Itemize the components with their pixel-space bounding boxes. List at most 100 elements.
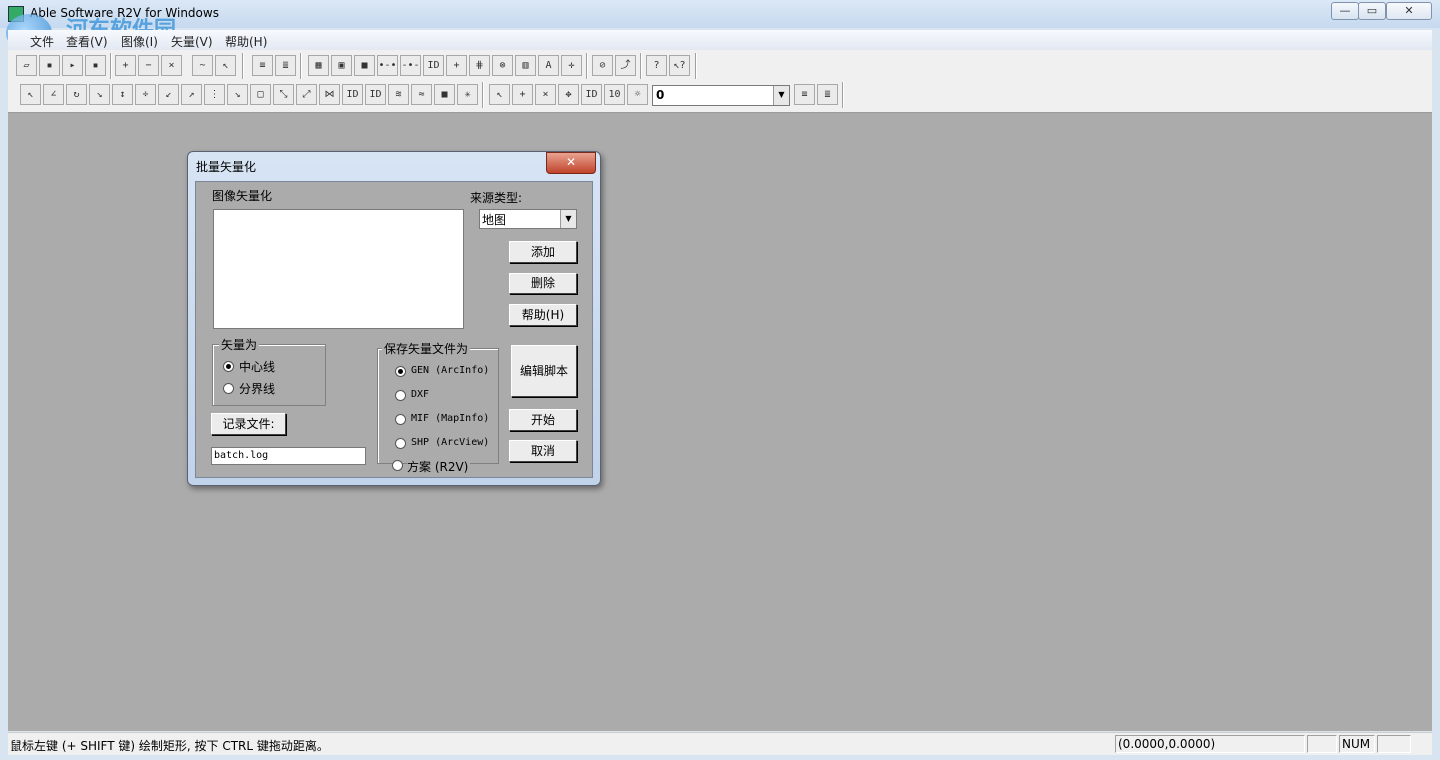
- trim-icon[interactable]: ↗: [181, 84, 202, 105]
- diagonal-icon[interactable]: ⤡: [273, 84, 294, 105]
- centerline-radio[interactable]: [223, 361, 234, 372]
- delete-point-icon[interactable]: ⊗: [492, 55, 513, 76]
- minimize-button[interactable]: —: [1331, 2, 1359, 20]
- help-icon[interactable]: ?: [646, 55, 667, 76]
- trace-icon[interactable]: ⊘: [592, 55, 613, 76]
- assign-id-icon[interactable]: ID: [365, 84, 386, 105]
- save-vector-icon[interactable]: ▸: [62, 55, 83, 76]
- layer-select-value: 0: [656, 88, 665, 102]
- line-icon[interactable]: -•-: [400, 55, 421, 76]
- maximize-button[interactable]: ▭: [1358, 2, 1386, 20]
- open-icon[interactable]: ▱: [16, 55, 37, 76]
- point-value-icon[interactable]: 10: [604, 84, 625, 105]
- window-title: Able Software R2V for Windows: [30, 6, 219, 20]
- frame-icon[interactable]: ▣: [331, 55, 352, 76]
- crosshair-icon[interactable]: ✛: [561, 55, 582, 76]
- log-file-value: batch.log: [214, 450, 269, 461]
- draw-line-icon[interactable]: ∠: [43, 84, 64, 105]
- smooth-icon[interactable]: ≈: [411, 84, 432, 105]
- control-point-icon[interactable]: ⋕: [469, 55, 490, 76]
- id-icon[interactable]: ID: [423, 55, 444, 76]
- rotate-icon[interactable]: ↻: [66, 84, 87, 105]
- log-file-input[interactable]: batch.log: [211, 447, 366, 465]
- status-cell-empty: [1307, 735, 1337, 753]
- menu-file[interactable]: 文件: [30, 33, 54, 50]
- gen-radio[interactable]: [395, 366, 406, 377]
- r2v-project-radio[interactable]: [392, 460, 403, 471]
- chevron-down-icon[interactable]: ▼: [560, 210, 576, 228]
- break-icon[interactable]: ↘: [227, 84, 248, 105]
- context-help-icon[interactable]: ↖?: [669, 55, 690, 76]
- contour-icon[interactable]: ≋: [388, 84, 409, 105]
- light-icon[interactable]: ☼: [627, 84, 648, 105]
- chevron-down-icon[interactable]: ▼: [773, 86, 789, 105]
- layer-edit-icon[interactable]: ≣: [275, 55, 296, 76]
- mif-radio[interactable]: [395, 414, 406, 425]
- ocr-icon[interactable]: ▥: [515, 55, 536, 76]
- center-icon[interactable]: ✳: [457, 84, 478, 105]
- layer-select[interactable]: 0 ▼: [652, 85, 790, 106]
- fill-icon[interactable]: ■: [354, 55, 375, 76]
- edit-node-icon[interactable]: ↖: [20, 84, 41, 105]
- close-button[interactable]: ✕: [1386, 2, 1432, 20]
- add-button[interactable]: 添加: [509, 241, 577, 263]
- image-list[interactable]: [213, 209, 464, 329]
- save-as-group-title: 保存矢量文件为: [382, 340, 471, 357]
- menu-view[interactable]: 查看(V): [66, 33, 108, 50]
- move-icon[interactable]: ÷: [135, 84, 156, 105]
- zoom-out-icon[interactable]: −: [138, 55, 159, 76]
- layer-up-icon[interactable]: ≡: [794, 84, 815, 105]
- point-icon[interactable]: +: [446, 55, 467, 76]
- select-icon[interactable]: ↖: [215, 55, 236, 76]
- cross-line-icon[interactable]: ⤢: [296, 84, 317, 105]
- menu-vector[interactable]: 矢量(V): [171, 33, 213, 50]
- layer-down-icon[interactable]: ≣: [817, 84, 838, 105]
- status-hint: 鼠标左键 (+ SHIFT 键) 绘制矩形, 按下 CTRL 键拖动距离。: [10, 739, 329, 753]
- menu-bar: 文件 查看(V) 图像(I) 矢量(V) 帮助(H): [8, 30, 1432, 51]
- cancel-button[interactable]: 取消: [509, 440, 577, 462]
- polygon-icon[interactable]: ■: [434, 84, 455, 105]
- dialog-close-button[interactable]: ✕: [546, 152, 596, 174]
- snap-icon[interactable]: ⋮: [204, 84, 225, 105]
- shp-label: SHP (ArcView): [411, 437, 490, 448]
- help-button[interactable]: 帮助(H): [509, 304, 577, 326]
- split-icon[interactable]: ↕: [112, 84, 133, 105]
- join-icon[interactable]: ↘: [89, 84, 110, 105]
- save-all-icon[interactable]: ▪: [85, 55, 106, 76]
- zoom-in-icon[interactable]: +: [115, 55, 136, 76]
- menu-image[interactable]: 图像(I): [121, 33, 158, 50]
- dxf-label: DXF: [411, 389, 430, 400]
- pointer-icon[interactable]: ↖: [489, 84, 510, 105]
- delete-button[interactable]: 删除: [509, 273, 577, 294]
- boundary-radio[interactable]: [223, 383, 234, 394]
- title-bar: Able Software R2V for Windows — ▭ ✕: [0, 0, 1440, 28]
- move-point-icon[interactable]: ✥: [558, 84, 579, 105]
- add-point-icon[interactable]: +: [512, 84, 533, 105]
- zoom-fit-icon[interactable]: ×: [161, 55, 182, 76]
- start-button[interactable]: 开始: [509, 409, 577, 431]
- rect-icon[interactable]: □: [250, 84, 271, 105]
- connect-icon[interactable]: ⋈: [319, 84, 340, 105]
- image-icon[interactable]: ▦: [308, 55, 329, 76]
- status-bar: 鼠标左键 (+ SHIFT 键) 绘制矩形, 按下 CTRL 键拖动距离。 (0…: [8, 732, 1432, 755]
- r2v-project-label: 方案 (R2V): [407, 458, 471, 475]
- label-id-icon[interactable]: ID: [342, 84, 363, 105]
- log-file-button[interactable]: 记录文件:: [211, 413, 286, 435]
- extend-icon[interactable]: ↙: [158, 84, 179, 105]
- point-id-icon[interactable]: ID: [581, 84, 602, 105]
- dxf-radio[interactable]: [395, 390, 406, 401]
- source-type-select[interactable]: 地图 ▼: [479, 209, 577, 229]
- status-num: NUM: [1339, 735, 1375, 753]
- status-cell-empty: [1377, 735, 1411, 753]
- text-icon[interactable]: A: [538, 55, 559, 76]
- save-icon[interactable]: ▪: [39, 55, 60, 76]
- remove-point-icon[interactable]: ×: [535, 84, 556, 105]
- shp-radio[interactable]: [395, 438, 406, 449]
- pan-icon[interactable]: ~: [192, 55, 213, 76]
- image-vectorize-label: 图像矢量化: [212, 189, 273, 203]
- layer-icon[interactable]: ≡: [252, 55, 273, 76]
- trace-select-icon[interactable]: ⤴: [615, 55, 636, 76]
- edit-script-button[interactable]: 编辑脚本: [511, 345, 577, 397]
- node-line-icon[interactable]: •-•: [377, 55, 398, 76]
- menu-help[interactable]: 帮助(H): [225, 33, 267, 50]
